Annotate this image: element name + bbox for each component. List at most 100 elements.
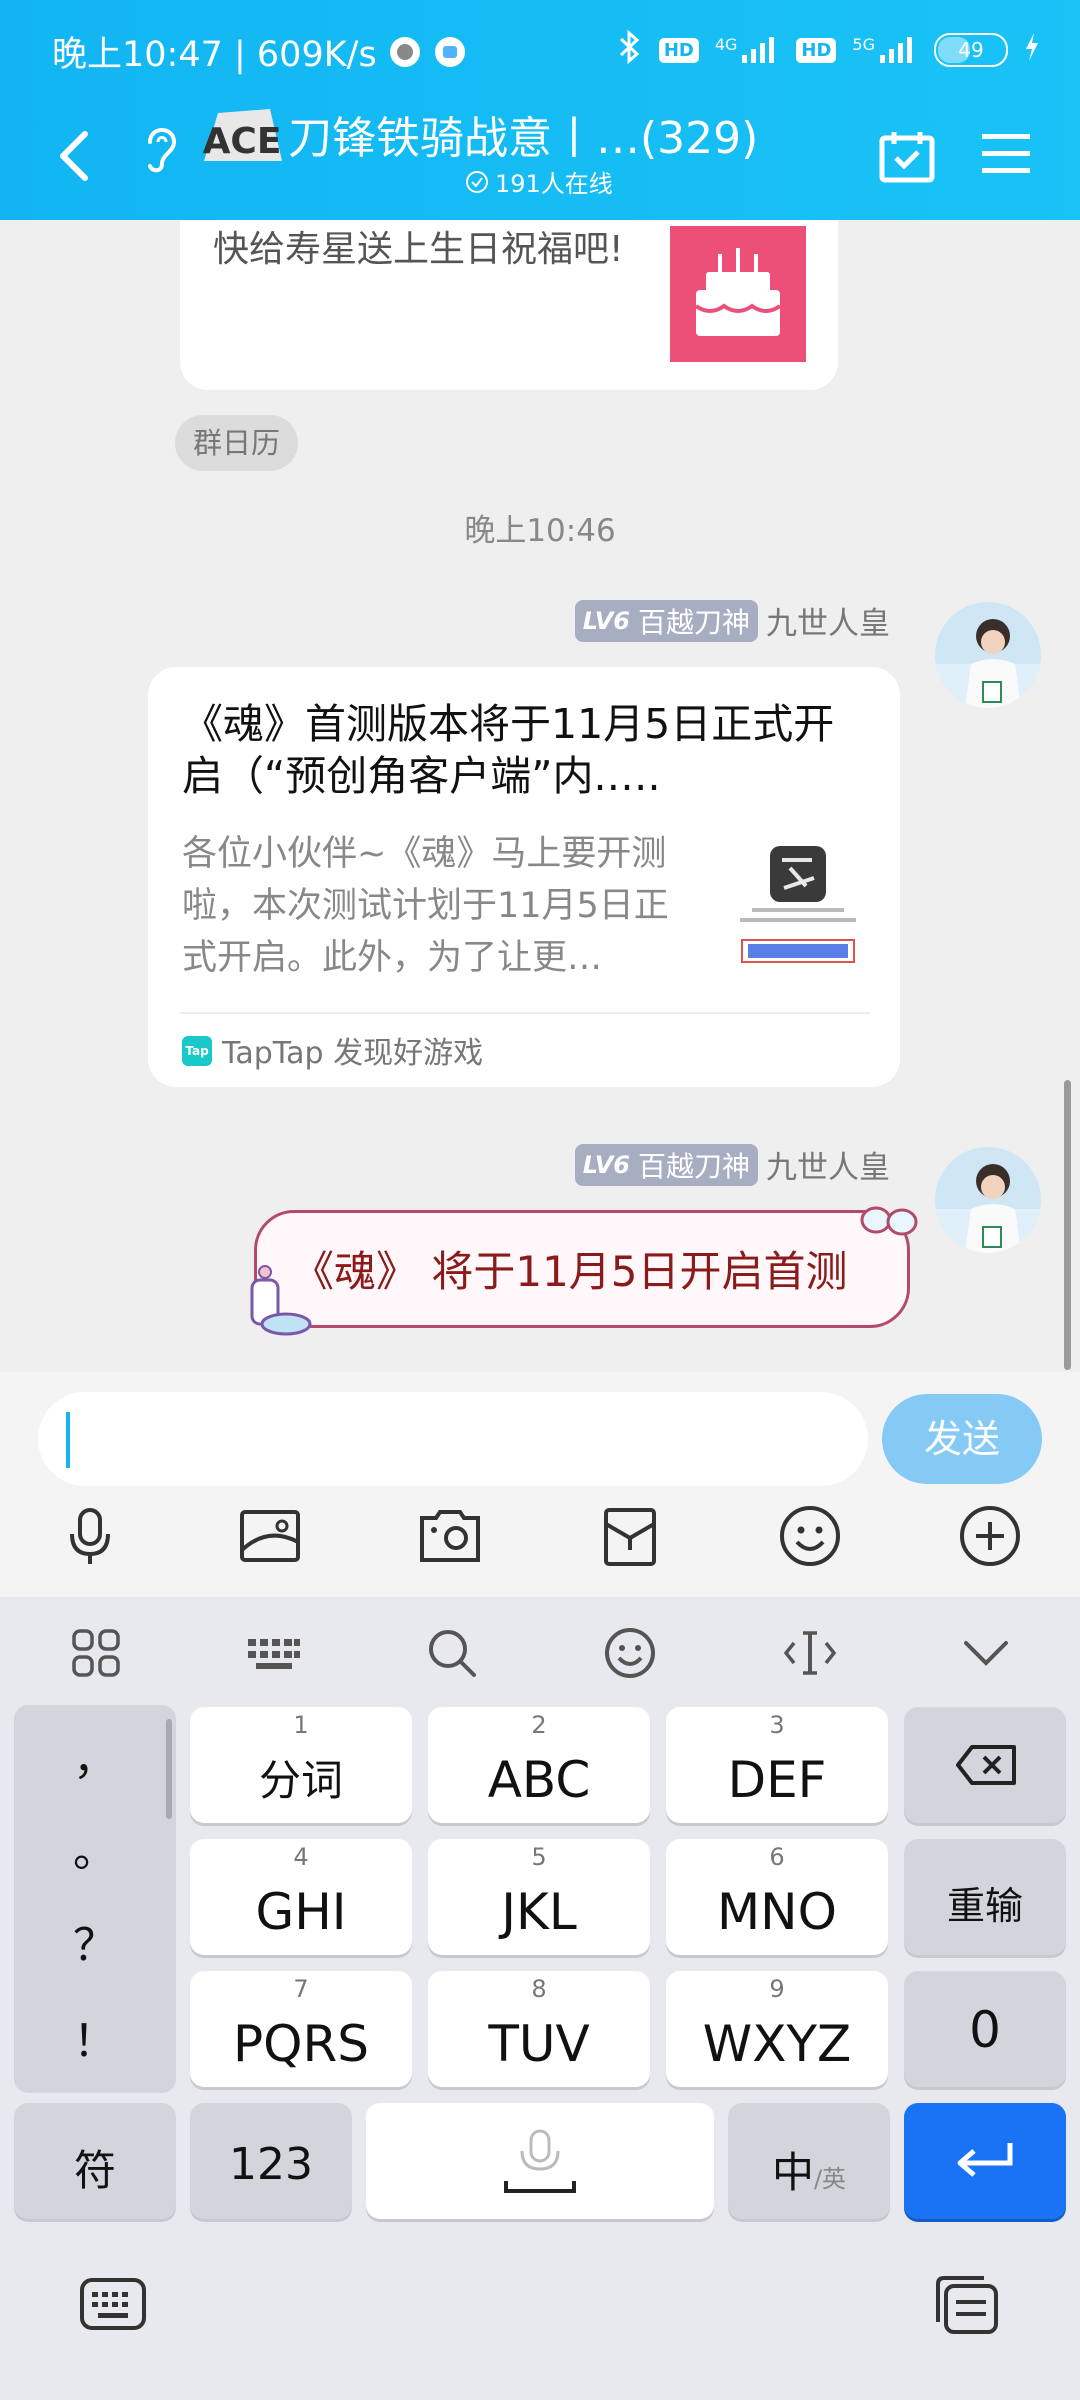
chat-area[interactable]: 快给寿星送上生日祝福吧! 群日历 晚上10:46 LV6 百越刀神 九世人皇 《… [0, 220, 1080, 1372]
hd-badge: HD [658, 37, 699, 63]
space-key[interactable] [366, 2103, 714, 2219]
birthday-cake-icon [670, 226, 806, 362]
group-avatar[interactable]: ACE [200, 105, 285, 165]
key-6-mno[interactable]: 6 MNO [666, 1839, 888, 1955]
red-packet-icon[interactable] [598, 1504, 662, 1568]
language-toggle-key[interactable]: 中/英 [728, 2103, 890, 2219]
input-area: 发送 [0, 1372, 1080, 1597]
grid-icon[interactable] [68, 1625, 124, 1681]
plus-icon[interactable] [958, 1504, 1022, 1568]
key-number: 9 [769, 1975, 785, 2003]
key-4-ghi[interactable]: 4 GHI [190, 1839, 412, 1955]
key-number: 6 [769, 1843, 785, 1871]
backspace-key[interactable] [904, 1707, 1066, 1823]
group-logo-text: ACE [203, 121, 282, 162]
punct-question[interactable]: ？ [14, 1909, 176, 1973]
ear-mode-icon[interactable] [140, 120, 180, 180]
key-8-tuv[interactable]: 8 TUV [428, 1971, 650, 2087]
level-badge: LV6 百越刀神 [574, 599, 758, 642]
key-number: 8 [531, 1975, 547, 2003]
chevron-down-icon[interactable] [958, 1625, 1014, 1681]
enter-icon [952, 2135, 1018, 2191]
key-9-wxyz[interactable]: 9 WXYZ [666, 1971, 888, 2087]
timestamp: 晚上10:46 [464, 513, 616, 549]
sender-name[interactable]: 九世人皇 [766, 1142, 890, 1187]
charging-icon [1024, 32, 1040, 68]
send-button[interactable]: 发送 [882, 1394, 1042, 1484]
key-1-fenci[interactable]: 1 分词 [190, 1707, 412, 1823]
key-label: 符 [73, 2146, 116, 2195]
key-2-abc[interactable]: 2 ABC [428, 1707, 650, 1823]
back-arrow-icon[interactable] [55, 128, 95, 188]
menu-icon[interactable] [980, 130, 1032, 182]
avatar[interactable] [935, 1147, 1041, 1253]
keyboard-toolbar [0, 1597, 1080, 1702]
notification-app-icon [388, 35, 422, 78]
symbol-key[interactable]: 符 [14, 2103, 176, 2219]
message-input[interactable] [38, 1392, 868, 1486]
key-5-jkl[interactable]: 5 JKL [428, 1839, 650, 1955]
member-title: 百越刀神 [637, 605, 750, 639]
network-4g-label: 4G [714, 35, 738, 54]
calendar-check-icon[interactable] [878, 128, 936, 188]
key-label: GHI [255, 1883, 347, 1941]
link-card-title[interactable]: 《魂》首测版本将于11月5日正式开启（“预创角客户端”内.…. [182, 698, 862, 802]
search-icon[interactable] [424, 1625, 480, 1681]
punct-period[interactable]: 。 [14, 1815, 176, 1879]
battery-icon: 49 [934, 33, 1008, 67]
sender-info: LV6 百越刀神 九世人皇 [574, 1142, 890, 1187]
hd-badge-2: HD [796, 37, 837, 63]
key-label: MNO [717, 1883, 837, 1941]
signal-5g-icon: 5G [852, 35, 918, 65]
key-7-pqrs[interactable]: 7 PQRS [190, 1971, 412, 2087]
microphone-icon[interactable] [58, 1504, 122, 1568]
birthday-text: 快给寿星送上生日祝福吧! [213, 229, 624, 270]
taptap-icon: Tap [182, 1036, 212, 1066]
group-calendar-tag[interactable]: 群日历 [175, 415, 299, 471]
enter-key[interactable] [904, 2103, 1066, 2219]
keyboard-icon[interactable] [246, 1625, 302, 1681]
emoji-icon[interactable] [778, 1504, 842, 1568]
emoji-icon[interactable] [602, 1625, 658, 1681]
link-source: TapTap 发现好游戏 [222, 1036, 484, 1071]
numeric-key[interactable]: 123 [190, 2103, 352, 2219]
avatar[interactable] [935, 602, 1041, 708]
retype-key[interactable]: 重输 [904, 1839, 1066, 1955]
zero-key[interactable]: 0 [904, 1971, 1066, 2087]
image-icon[interactable] [238, 1504, 302, 1568]
key-number: 4 [293, 1843, 309, 1871]
key-number: 2 [531, 1711, 547, 1739]
online-status-icon [466, 170, 488, 193]
keyboard-switch-icon[interactable] [78, 2274, 148, 2338]
punctuation-column[interactable]: ， 。 ？ ！ [14, 1705, 176, 2093]
clipboard-icon[interactable] [932, 2272, 1002, 2342]
online-count[interactable]: 191人在线 [465, 164, 613, 199]
chat-scrollbar[interactable] [1064, 1080, 1071, 1370]
sender-name[interactable]: 九世人皇 [766, 598, 890, 643]
lang-alt-label: /英 [813, 2165, 847, 2193]
key-number: 3 [769, 1711, 785, 1739]
level-text: LV6 [582, 1150, 630, 1179]
member-title: 百越刀神 [637, 1149, 750, 1183]
lang-main-label: 中 [771, 2148, 814, 2197]
voice-input-icon [502, 2125, 578, 2205]
camera-icon[interactable] [418, 1504, 482, 1568]
punct-comma[interactable]: ， [14, 1723, 176, 1787]
signal-4g-icon: 4G [715, 35, 781, 65]
key-3-def[interactable]: 3 DEF [666, 1707, 888, 1823]
cursor-icon[interactable] [782, 1625, 838, 1681]
key-label: TUV [488, 2015, 590, 2073]
key-label: 分词 [258, 1756, 343, 1805]
title-bar: ACE 刀锋铁骑战意丨…(329) 191人在线 [0, 100, 1080, 220]
key-label: ABC [487, 1751, 591, 1809]
group-title[interactable]: 刀锋铁骑战意丨…(329) [288, 102, 758, 166]
battery-level: 49 [958, 38, 984, 62]
key-number: 7 [293, 1975, 309, 2003]
key-label: DEF [727, 1751, 827, 1809]
key-label: 123 [229, 2139, 313, 2190]
punct-exclaim[interactable]: ！ [14, 2005, 176, 2069]
sender-info: LV6 百越刀神 九世人皇 [574, 598, 890, 643]
online-count-text: 191人在线 [495, 170, 613, 198]
link-card-thumbnail [730, 838, 865, 973]
level-badge: LV6 百越刀神 [574, 1143, 758, 1186]
